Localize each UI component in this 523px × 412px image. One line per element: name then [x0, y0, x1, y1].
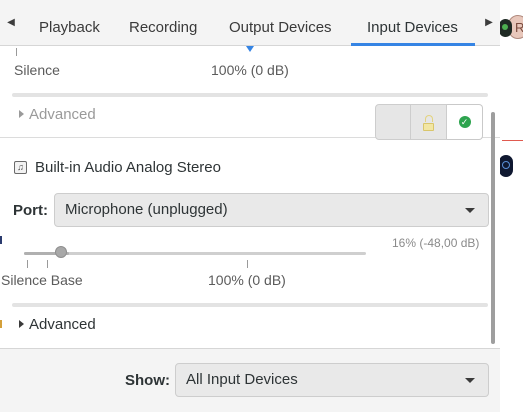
- checkmark-icon: ✓: [458, 116, 471, 128]
- scroll-tabs-left-icon[interactable]: ◀: [4, 12, 18, 32]
- chevron-down-icon: [465, 208, 475, 213]
- background-app: [500, 0, 523, 412]
- advanced-expander-icon[interactable]: [19, 320, 24, 328]
- section-separator: [12, 303, 488, 307]
- device-name: Built-in Audio Analog Stereo: [35, 159, 221, 176]
- silence-label: Silence: [14, 62, 60, 78]
- tab-playback[interactable]: Playback: [39, 0, 100, 46]
- volume-slider[interactable]: [24, 252, 366, 255]
- background-divider: [502, 140, 523, 141]
- background-status-icon: [499, 19, 512, 37]
- advanced-expander-label[interactable]: Advanced: [29, 106, 96, 123]
- scroll-tabs-right-icon[interactable]: ▶: [482, 12, 496, 32]
- volume-slider-handle[interactable]: [55, 246, 67, 258]
- volume-mark-label: 100% (0 dB): [211, 62, 289, 78]
- port-label: Port:: [13, 202, 48, 219]
- chevron-down-icon: [465, 378, 475, 383]
- advanced-expander-icon[interactable]: [19, 110, 24, 118]
- show-filter-select[interactable]: All Input Devices: [175, 363, 489, 397]
- scale-tick: [247, 260, 248, 268]
- tab-output-devices[interactable]: Output Devices: [229, 0, 332, 46]
- mute-toggle-button[interactable]: [375, 104, 411, 140]
- section-separator: [12, 93, 488, 97]
- tab-bar: ◀ Playback Recording Output Devices Inpu…: [0, 0, 500, 46]
- bottom-bar: Show: All Input Devices: [0, 348, 500, 412]
- lock-channels-button[interactable]: [411, 104, 447, 140]
- lock-icon: [423, 115, 435, 131]
- set-default-button[interactable]: ✓: [447, 104, 483, 140]
- background-edge: [0, 320, 2, 328]
- device-list: Silence 100% (0 dB) Advanced ♫ Built-in …: [0, 46, 500, 348]
- audio-card-icon: ♫: [14, 161, 27, 174]
- silence-base-label: Silence Base: [1, 272, 83, 288]
- screen: R ◀ Playback Recording Output Devices In…: [0, 0, 523, 412]
- background-app-icon: [499, 155, 513, 177]
- port-select[interactable]: Microphone (unplugged): [54, 193, 489, 227]
- base-volume-marker: [246, 46, 254, 52]
- volume-readout: 16% (-48,00 dB): [392, 236, 480, 250]
- show-filter-value: All Input Devices: [186, 371, 298, 388]
- device-button-group: ✓: [375, 104, 483, 140]
- advanced-expander-label[interactable]: Advanced: [29, 316, 96, 333]
- scale-tick: [47, 260, 48, 268]
- volume-mark-label: 100% (0 dB): [208, 272, 286, 288]
- scale-tick: [16, 48, 17, 56]
- show-label: Show:: [125, 372, 170, 389]
- scale-tick: [27, 260, 28, 268]
- port-select-value: Microphone (unplugged): [65, 201, 228, 218]
- pavucontrol-window: ◀ Playback Recording Output Devices Inpu…: [0, 0, 500, 412]
- background-edge: [0, 236, 2, 244]
- vertical-scrollbar[interactable]: [491, 112, 495, 344]
- tab-recording[interactable]: Recording: [129, 0, 197, 46]
- tab-input-devices[interactable]: Input Devices: [367, 0, 458, 46]
